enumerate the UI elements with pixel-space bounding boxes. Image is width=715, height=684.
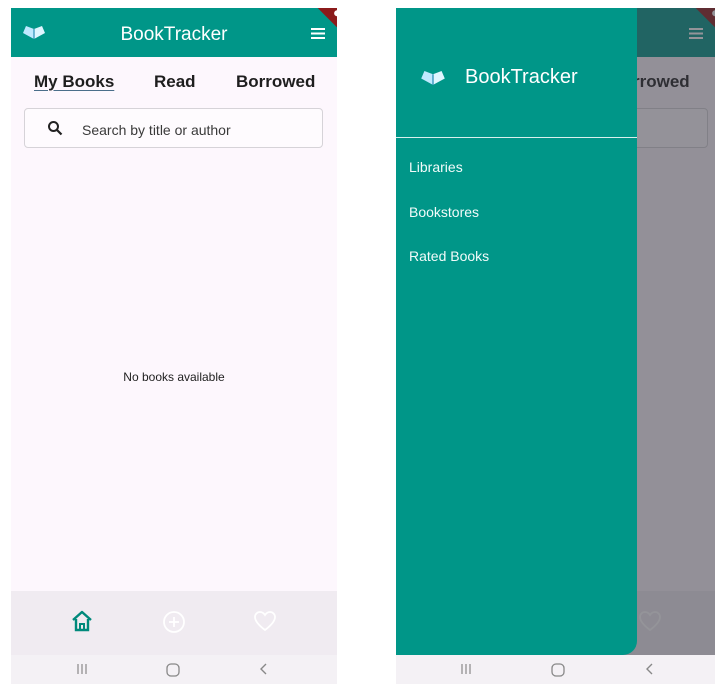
back-icon[interactable]: [644, 662, 654, 676]
system-nav-bar: [396, 655, 715, 684]
tab-my-books[interactable]: My Books: [34, 72, 114, 92]
book-logo-icon: [421, 71, 445, 85]
empty-message: No books available: [123, 370, 225, 384]
back-icon[interactable]: [258, 662, 268, 676]
drawer-item-bookstores[interactable]: Bookstores: [409, 204, 479, 220]
home-icon[interactable]: [71, 610, 93, 632]
tab-borrowed[interactable]: Borrowed: [236, 72, 315, 92]
bottom-nav: [11, 591, 337, 655]
recents-icon[interactable]: [459, 662, 473, 676]
recents-icon[interactable]: [75, 662, 89, 676]
drawer-title: BookTracker: [465, 66, 578, 88]
drawer-screen: rrowed BookTracker Libraries Bookstores …: [396, 8, 715, 684]
app-title: BookTracker: [120, 24, 228, 45]
home-circle-icon[interactable]: [165, 662, 181, 678]
drawer-item-libraries[interactable]: Libraries: [409, 159, 463, 175]
drawer-divider: [396, 137, 637, 138]
tab-read[interactable]: Read: [154, 72, 196, 92]
search-input[interactable]: Search by title or author: [24, 108, 323, 148]
menu-icon[interactable]: [311, 28, 325, 39]
tab-bar: My Books Read Borrowed: [11, 68, 337, 100]
home-circle-icon[interactable]: [550, 662, 566, 678]
add-circle-icon[interactable]: [162, 610, 186, 634]
search-placeholder: Search by title or author: [82, 122, 231, 138]
app-bar: BookTracker: [11, 8, 337, 57]
system-nav-bar: [11, 655, 337, 684]
drawer-item-rated-books[interactable]: Rated Books: [409, 248, 489, 264]
main-screen: BookTracker My Books Read Borrowed Searc…: [11, 8, 337, 684]
navigation-drawer: BookTracker Libraries Bookstores Rated B…: [396, 8, 637, 655]
search-icon: [48, 121, 63, 136]
heart-icon[interactable]: [253, 610, 277, 632]
